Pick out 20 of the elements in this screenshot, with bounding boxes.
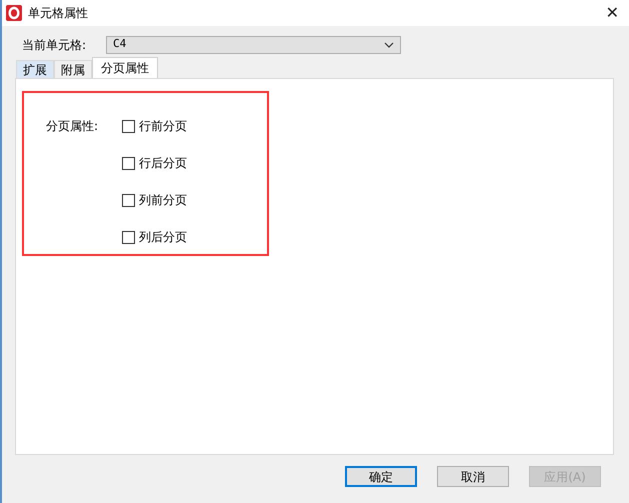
checkbox-label[interactable]: 列前分页	[139, 191, 187, 209]
cell-dropdown[interactable]: C4	[106, 36, 401, 54]
tab[interactable]: 附属	[54, 60, 92, 78]
checkbox[interactable]	[122, 120, 135, 132]
chevron-icon	[384, 42, 394, 48]
field-label: 当前单元格:	[22, 36, 88, 54]
checkbox-label[interactable]: 行前分页	[139, 117, 187, 135]
close-button[interactable]: ✕	[602, 5, 623, 21]
tab[interactable]: 扩展	[16, 60, 54, 78]
app-icon	[6, 5, 22, 21]
field-label: 分页属性:	[46, 118, 100, 135]
checkbox-label[interactable]: 列后分页	[139, 228, 187, 246]
window-title: 单元格属性	[28, 5, 89, 22]
checkbox[interactable]	[122, 230, 135, 244]
checkbox[interactable]	[122, 194, 135, 206]
checkbox[interactable]	[122, 156, 135, 170]
tab[interactable]: 分页属性	[92, 57, 158, 78]
dialog-button[interactable]: 确定	[345, 466, 417, 487]
checkbox-label[interactable]: 行后分页	[139, 154, 187, 172]
dialog-button[interactable]: 取消	[437, 466, 509, 487]
